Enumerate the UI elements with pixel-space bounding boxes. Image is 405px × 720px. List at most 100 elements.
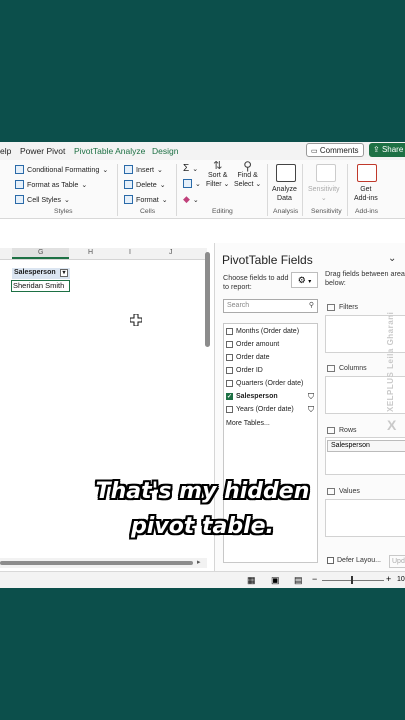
delete-label: Delete — [136, 180, 157, 189]
chevron-down-icon: ⌄ — [161, 195, 168, 204]
format-as-table-icon — [15, 180, 24, 189]
format-as-table-button[interactable]: Format as Table ⌄ — [15, 180, 87, 189]
page-layout-icon[interactable]: ▣ — [271, 575, 280, 586]
zoom-in-icon[interactable]: + — [386, 574, 391, 584]
field-search-input[interactable]: Search ⚲ — [223, 299, 318, 313]
chevron-down-icon: ▾ — [308, 279, 312, 285]
get-label: Get — [360, 186, 372, 193]
conditional-formatting-icon — [15, 165, 24, 174]
filter-dropdown-icon[interactable]: ▾ — [60, 269, 68, 277]
select-label: Select ⌄ — [234, 181, 262, 188]
status-bar: ▦ ▣ ▤ − + 10 — [0, 571, 405, 588]
choose-fields-label: Choose fields to add to report: — [223, 273, 289, 291]
pivot-header-label: Salesperson — [14, 269, 56, 276]
checked-checkbox-icon[interactable]: ✓ — [226, 393, 233, 400]
field-label: Order amount — [236, 341, 280, 348]
share-button[interactable]: ⇪ Share — [369, 143, 405, 157]
field-item[interactable]: Order amount — [226, 341, 279, 348]
active-cell[interactable]: Sheridan Smith — [11, 280, 70, 292]
field-checkbox[interactable] — [226, 354, 233, 361]
fill-button[interactable]: ⌄ — [183, 179, 201, 188]
pivot-header-cell[interactable]: Salesperson ▾ — [12, 268, 70, 279]
format-label: Format — [136, 195, 159, 204]
more-tables-link[interactable]: More Tables... — [226, 420, 270, 427]
delete-button[interactable]: Delete ⌄ — [124, 180, 166, 189]
normal-view-icon[interactable]: ▦ — [247, 575, 256, 586]
tab-design[interactable]: Design — [152, 146, 178, 156]
chevron-down-icon: ⌄ — [102, 165, 109, 174]
format-cells-icon — [124, 195, 133, 204]
sort-filter-button[interactable]: ⇅ Sort & Filter ⌄ — [206, 161, 229, 189]
cell-styles-icon — [15, 195, 24, 204]
field-item[interactable]: Order date — [226, 354, 269, 361]
sensitivity-button[interactable]: Sensitivity ⌄ — [308, 185, 340, 203]
vertical-scrollbar[interactable] — [205, 252, 210, 347]
caption-line-2: pivot table. — [131, 514, 274, 539]
column-header-i[interactable]: I — [129, 249, 131, 256]
excel-window: elp Power Pivot PivotTable Analyze Desig… — [0, 142, 405, 588]
comments-button[interactable]: ▭ Comments — [306, 143, 364, 157]
filter-icon: ⛉ — [308, 405, 314, 414]
horizontal-scroll-thumb[interactable] — [0, 561, 193, 565]
get-addins-button[interactable]: Get Add-ins — [354, 185, 378, 203]
analyze-data-button[interactable]: Analyze Data — [272, 185, 297, 203]
filter-area-icon — [327, 304, 335, 311]
divider — [267, 164, 268, 216]
gear-icon: ⚙ — [297, 275, 306, 285]
zoom-slider[interactable] — [322, 580, 384, 581]
field-checkbox[interactable] — [226, 367, 233, 374]
defer-layout-checkbox[interactable] — [327, 557, 334, 564]
insert-cells-icon — [124, 165, 133, 174]
field-checkbox[interactable] — [226, 328, 233, 335]
field-checkbox[interactable] — [226, 380, 233, 387]
find-select-button[interactable]: ⚲ Find & Select ⌄ — [234, 160, 262, 189]
field-checkbox[interactable] — [226, 406, 233, 413]
column-header-g[interactable]: G — [38, 249, 43, 256]
zoom-level[interactable]: 10 — [397, 576, 405, 583]
ribbon-tab-row: elp Power Pivot PivotTable Analyze Desig… — [0, 142, 405, 160]
chevron-down-icon[interactable]: ⌄ — [388, 253, 396, 264]
field-label: Months (Order date) — [236, 328, 300, 335]
insert-button[interactable]: Insert ⌄ — [124, 165, 163, 174]
conditional-formatting-button[interactable]: Conditional Formatting ⌄ — [15, 165, 108, 174]
scroll-right-icon[interactable]: ▸ — [197, 558, 201, 566]
field-checkbox[interactable] — [226, 341, 233, 348]
column-header-j[interactable]: J — [169, 249, 173, 256]
field-label: Order ID — [236, 367, 263, 374]
watermark-text: XELPLUS Leila Gharani — [386, 311, 395, 412]
zoom-out-icon[interactable]: − — [312, 574, 317, 584]
filter-icon: ⛉ — [308, 392, 314, 401]
get-addins-icon — [357, 164, 377, 182]
clear-button[interactable]: ◆ ⌄ — [183, 194, 199, 205]
tab-power-pivot[interactable]: Power Pivot — [20, 146, 65, 156]
zoom-slider-thumb[interactable] — [351, 576, 353, 584]
sensitivity-label: Sensitivity — [308, 186, 340, 193]
sum-icon: Σ — [183, 163, 190, 174]
format-button[interactable]: Format ⌄ — [124, 195, 168, 204]
tab-help[interactable]: elp — [0, 146, 11, 156]
field-label: Quarters (Order date) — [236, 380, 304, 387]
field-item[interactable]: Months (Order date) — [226, 328, 299, 335]
search-placeholder: Search — [227, 302, 250, 309]
update-button[interactable]: Upd — [389, 555, 405, 568]
autosum-button[interactable]: Σ ⌄ — [183, 163, 198, 174]
field-item[interactable]: Order ID — [226, 367, 263, 374]
tab-pivottable-analyze[interactable]: PivotTable Analyze — [74, 146, 145, 156]
field-item-salesperson[interactable]: ✓ Salesperson — [226, 393, 278, 400]
insert-label: Insert — [136, 165, 154, 174]
page-break-preview-icon[interactable]: ▤ — [294, 575, 303, 586]
search-icon: ⚲ — [308, 302, 314, 309]
comments-label: Comments — [319, 146, 359, 155]
chevron-down-icon: ⌄ — [156, 165, 164, 174]
cell-styles-button[interactable]: Cell Styles ⌄ — [15, 195, 70, 204]
columns-area-label: Columns — [339, 365, 367, 372]
column-header-h[interactable]: H — [88, 249, 93, 256]
columns-area-icon — [327, 365, 335, 372]
field-item[interactable]: Years (Order date) — [226, 406, 294, 413]
styles-group-label: Styles — [54, 208, 73, 215]
defer-layout-option[interactable]: Defer Layou... — [327, 557, 381, 564]
chevron-down-icon: ⌄ — [63, 195, 70, 204]
rows-field-salesperson[interactable]: Salesperson — [327, 440, 405, 452]
field-settings-button[interactable]: ⚙ ▾ — [291, 272, 318, 288]
field-item[interactable]: Quarters (Order date) — [226, 380, 303, 387]
